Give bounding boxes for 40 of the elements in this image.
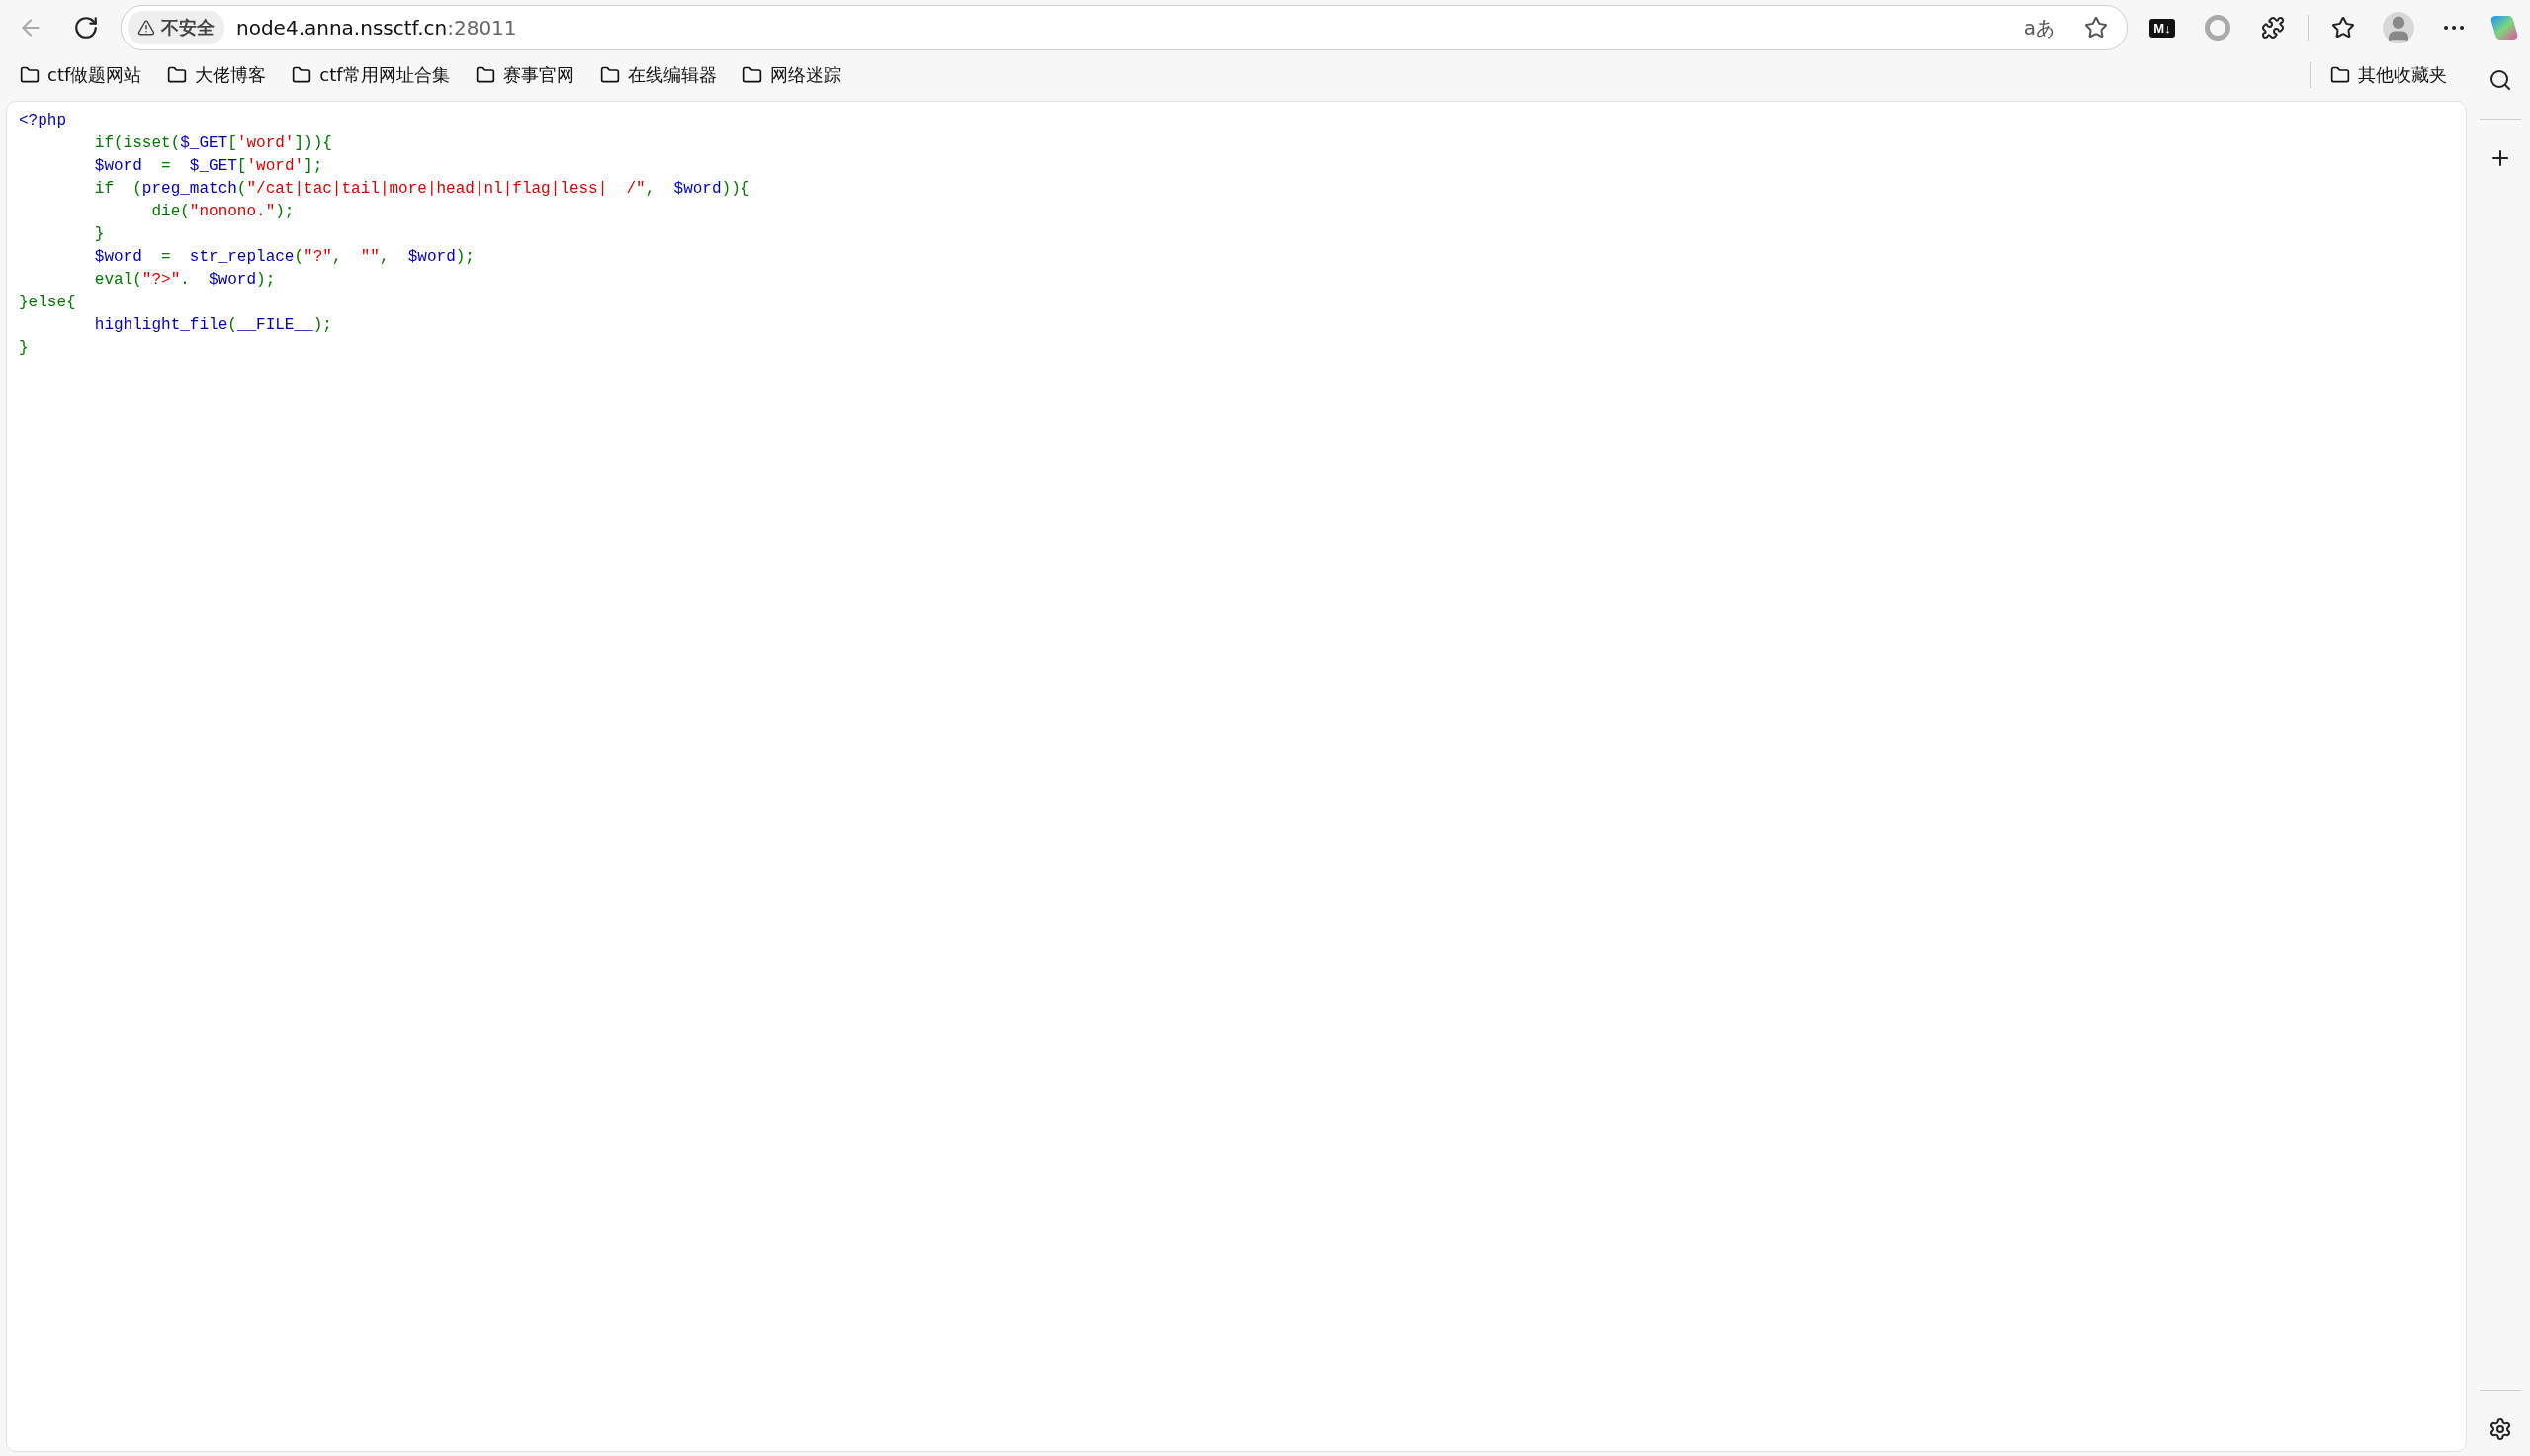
settings-icon <box>2488 1417 2512 1441</box>
other-bookmarks-folder[interactable]: 其他收藏夹 <box>2324 59 2453 91</box>
bookmark-folder[interactable]: 在线编辑器 <box>593 59 723 91</box>
address-bar[interactable]: 不安全 node4.anna.nssctf.cn:28011 aあ <box>121 5 2128 50</box>
star-icon <box>2084 16 2108 40</box>
code-line: highlight_file(__FILE__); <box>93 315 333 336</box>
warning-icon <box>137 19 155 37</box>
folder-icon <box>475 65 495 85</box>
more-icon <box>2444 26 2464 30</box>
markdown-extension-button[interactable]: M↓ <box>2141 7 2183 48</box>
code-line: }else{ <box>19 293 77 313</box>
url-text: node4.anna.nssctf.cn:28011 <box>236 16 518 40</box>
bookmark-folder[interactable]: ctf做题网站 <box>14 59 148 91</box>
search-icon <box>2488 68 2512 92</box>
star-icon <box>2331 16 2355 40</box>
code-line: if(isset($_GET['word'])){ <box>93 133 333 154</box>
folder-icon <box>167 65 188 85</box>
avatar-icon <box>2383 12 2414 43</box>
code-line: if (preg_match("/cat|tac|tail|more|head|nl|flag|less| /", $word)){ <box>93 179 751 200</box>
code-line: } <box>19 338 30 359</box>
folder-icon <box>742 65 762 85</box>
bookmark-folder[interactable]: 大佬博客 <box>161 59 273 91</box>
folder-icon <box>2330 65 2350 85</box>
ring-icon <box>2205 15 2230 41</box>
bookmark-folder[interactable]: 网络迷踪 <box>736 59 847 91</box>
folder-icon <box>20 65 40 85</box>
code-line: die("nonono."); <box>150 202 296 222</box>
code-line: eval("?>". $word); <box>93 270 277 291</box>
security-indicator[interactable]: 不安全 <box>128 11 224 44</box>
folder-icon <box>599 65 620 85</box>
code-line: $word = str_replace("?", "", $word); <box>93 247 476 268</box>
bookmark-folder[interactable]: 赛事官网 <box>469 59 580 91</box>
translate-button[interactable]: aあ <box>2015 14 2063 42</box>
folder-icon <box>292 65 312 85</box>
reload-icon <box>73 15 99 41</box>
code-line: } <box>93 224 106 245</box>
code-line: <?php <box>19 111 67 131</box>
bookmark-folder[interactable]: ctf常用网址合集 <box>286 59 456 91</box>
code-line: $word = $_GET['word']; <box>93 156 324 177</box>
puzzle-icon <box>2261 16 2285 40</box>
